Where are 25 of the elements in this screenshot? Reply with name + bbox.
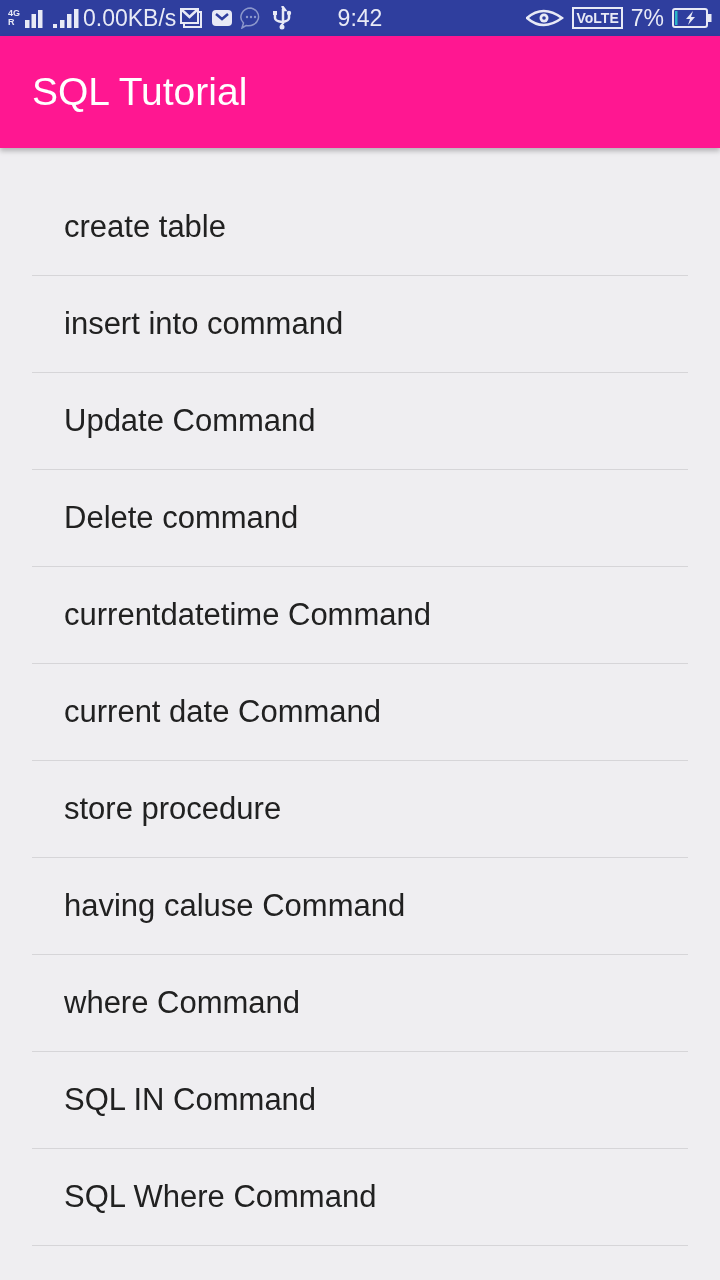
mail-icon <box>212 10 233 26</box>
battery-percent: 7% <box>630 4 664 32</box>
topic-item[interactable]: having caluse Command <box>32 858 688 955</box>
topic-item[interactable]: Update Command <box>32 373 688 470</box>
eye-icon <box>526 9 565 27</box>
topic-item[interactable]: store procedure <box>32 761 688 858</box>
envelope-icon <box>180 8 203 28</box>
data-speed: 0.00KB/s <box>83 4 177 32</box>
topic-item[interactable]: current date Command <box>32 664 688 761</box>
network-type-label: 4G <box>8 9 20 18</box>
signal-icon <box>53 8 79 28</box>
topic-item[interactable]: create table <box>32 179 688 276</box>
signal-icon <box>25 8 43 28</box>
roaming-label: R <box>8 18 16 27</box>
topic-item[interactable]: SQL Where Command <box>32 1149 688 1246</box>
status-time: 9:42 <box>337 4 383 32</box>
topic-item[interactable]: where Command <box>32 955 688 1052</box>
usb-icon <box>272 6 293 30</box>
topic-item[interactable]: insert into command <box>32 276 688 373</box>
topic-item[interactable]: SQL IN Command <box>32 1052 688 1149</box>
volte-badge: VoLTE <box>572 7 623 29</box>
battery-charging-icon <box>672 8 712 28</box>
topic-item[interactable]: currentdatetime Command <box>32 567 688 664</box>
topic-item[interactable]: Delete command <box>32 470 688 567</box>
app-title: SQL Tutorial <box>32 70 248 114</box>
